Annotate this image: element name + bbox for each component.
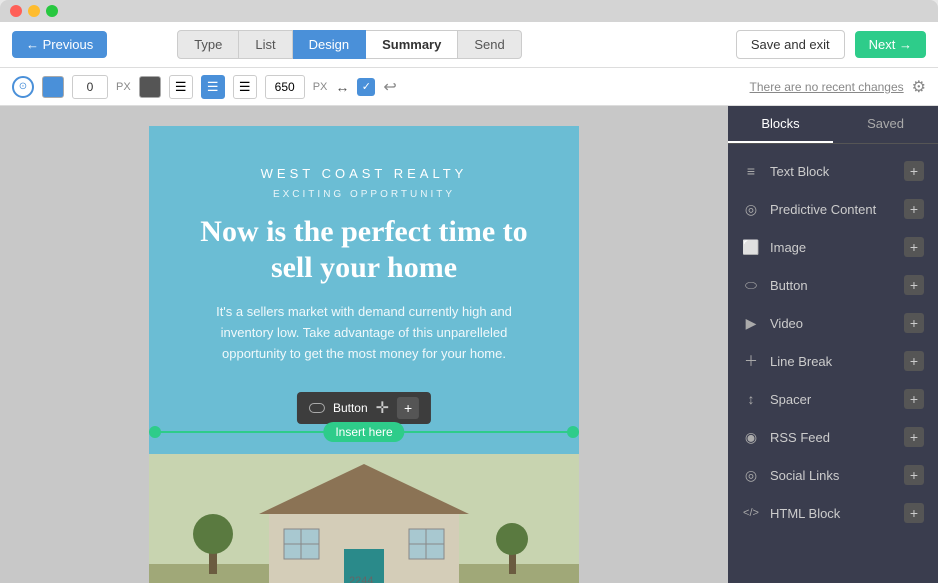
hero-block[interactable]: WEST COAST REALTY EXCITING OPPORTUNITY N… [149,126,579,454]
sidebar-item-label-rss: RSS Feed [770,430,830,445]
sidebar-item-spacer[interactable]: ↕ Spacer + [728,380,938,418]
text-block-icon: ≡ [742,163,760,179]
sidebar-item-html-block[interactable]: </> HTML Block + [728,494,938,532]
tab-saved[interactable]: Saved [833,106,938,143]
hero-body: It's a sellers market with demand curren… [204,302,524,364]
undo-button[interactable]: ↩ [383,77,396,97]
sidebar-item-image[interactable]: ⬜ Image + [728,228,938,266]
step-send[interactable]: Send [458,30,521,59]
button-label: Button [333,401,368,415]
line-break-icon: ＋ [742,351,760,371]
add-html-button[interactable]: + [904,503,924,523]
px2-label: PX [313,81,328,93]
insert-dot-left [149,426,161,438]
social-links-icon: ◎ [742,467,760,484]
step-type[interactable]: Type [177,30,239,59]
insert-zone[interactable]: Insert here [149,422,579,442]
sidebar-item-label-predictive: Predictive Content [770,202,876,217]
sidebar-item-line-break[interactable]: ＋ Line Break + [728,342,938,380]
sidebar-item-label-spacer: Spacer [770,392,811,407]
add-predictive-button[interactable]: + [904,199,924,219]
align-right-button[interactable]: ☰ [233,75,257,99]
sidebar-tabs: Blocks Saved [728,106,938,144]
next-button[interactable]: Next → [855,31,926,58]
hero-headline: Now is the perfect time to sell your hom… [179,214,549,286]
width-input[interactable] [265,75,305,99]
insert-dot-right [567,426,579,438]
tab-blocks[interactable]: Blocks [728,106,833,143]
add-button-button[interactable]: + [904,275,924,295]
step-navigation: Type List Design Summary Send [177,30,522,59]
canvas-area: WEST COAST REALTY EXCITING OPPORTUNITY N… [0,106,728,583]
main-toolbar: ← Previous Type List Design Summary Send… [0,22,938,68]
previous-button[interactable]: ← Previous [12,31,107,58]
add-line-break-button[interactable]: + [904,351,924,371]
add-rss-button[interactable]: + [904,427,924,447]
app: ← Previous Type List Design Summary Send… [0,22,938,583]
exciting-label: EXCITING OPPORTUNITY [179,189,549,200]
button-block-toolbar: Button ✛ + [297,392,431,424]
step-list[interactable]: List [239,30,292,59]
add-spacer-button[interactable]: + [904,389,924,409]
color-swatch-dark[interactable] [139,76,161,98]
sidebar-item-predictive-content[interactable]: ◎ Predictive Content + [728,190,938,228]
px-label: PX [116,81,131,93]
video-icon: ▶ [742,315,760,332]
spacer-icon: ↕ [742,391,760,407]
image-icon: ⬜ [742,239,760,256]
sidebar-item-label-text-block: Text Block [770,164,829,179]
align-left-button[interactable]: ☰ [169,75,193,99]
maximize-button[interactable] [46,5,58,17]
window-chrome [0,0,938,22]
sidebar-item-rss-feed[interactable]: ◉ RSS Feed + [728,418,938,456]
email-canvas: WEST COAST REALTY EXCITING OPPORTUNITY N… [149,126,579,583]
sidebar-item-video[interactable]: ▶ Video + [728,304,938,342]
sidebar-item-label-line-break: Line Break [770,354,832,369]
sidebar-item-label-button: Button [770,278,808,293]
predictive-content-icon: ◎ [742,201,760,218]
checkbox-icon[interactable]: ✓ [357,78,375,96]
sidebar-item-label-video: Video [770,316,803,331]
save-exit-button[interactable]: Save and exit [736,30,845,59]
sidebar-item-social-links[interactable]: ◎ Social Links + [728,456,938,494]
move-icon[interactable]: ✛ [376,398,389,418]
sidebar-item-label-html: HTML Block [770,506,840,521]
step-summary[interactable]: Summary [366,30,458,59]
resize-icon[interactable]: ↔ [335,79,349,95]
button-block-bar: Button ✛ + [297,392,431,424]
add-text-block-button[interactable]: + [904,161,924,181]
html-block-icon: </> [742,507,760,519]
add-button-overlay[interactable]: + [397,397,419,419]
target-icon[interactable]: ⊙ [12,76,34,98]
sidebar-item-label-image: Image [770,240,806,255]
secondary-toolbar: ⊙ PX ☰ ☰ ☰ PX ↔ ✓ ↩ There are no recent … [0,68,938,106]
number-input[interactable] [72,75,108,99]
house-image-block[interactable]: 2244 [149,454,579,583]
sidebar-item-button[interactable]: ⬭ Button + [728,266,938,304]
close-button[interactable] [10,5,22,17]
align-center-button[interactable]: ☰ [201,75,225,99]
gear-button[interactable]: ⚙ [912,77,926,97]
main-area: WEST COAST REALTY EXCITING OPPORTUNITY N… [0,106,938,583]
add-image-button[interactable]: + [904,237,924,257]
sidebar-item-label-social: Social Links [770,468,839,483]
sidebar-item-text-block[interactable]: ≡ Text Block + [728,152,938,190]
rss-feed-icon: ◉ [742,429,760,446]
brand-name: WEST COAST REALTY [179,166,549,181]
insert-here-label[interactable]: Insert here [323,422,404,442]
minimize-button[interactable] [28,5,40,17]
sidebar: Blocks Saved ≡ Text Block + ◎ Predictive… [728,106,938,583]
button-icon-small [309,403,325,413]
color-swatch-blue[interactable] [42,76,64,98]
step-design[interactable]: Design [293,30,366,59]
svg-text:2244: 2244 [349,575,373,583]
button-icon: ⬭ [742,277,760,294]
add-video-button[interactable]: + [904,313,924,333]
toolbar-right: Save and exit Next → [736,30,926,59]
recent-changes-text[interactable]: There are no recent changes [750,80,904,94]
add-social-button[interactable]: + [904,465,924,485]
sidebar-items: ≡ Text Block + ◎ Predictive Content + ⬜ [728,144,938,583]
